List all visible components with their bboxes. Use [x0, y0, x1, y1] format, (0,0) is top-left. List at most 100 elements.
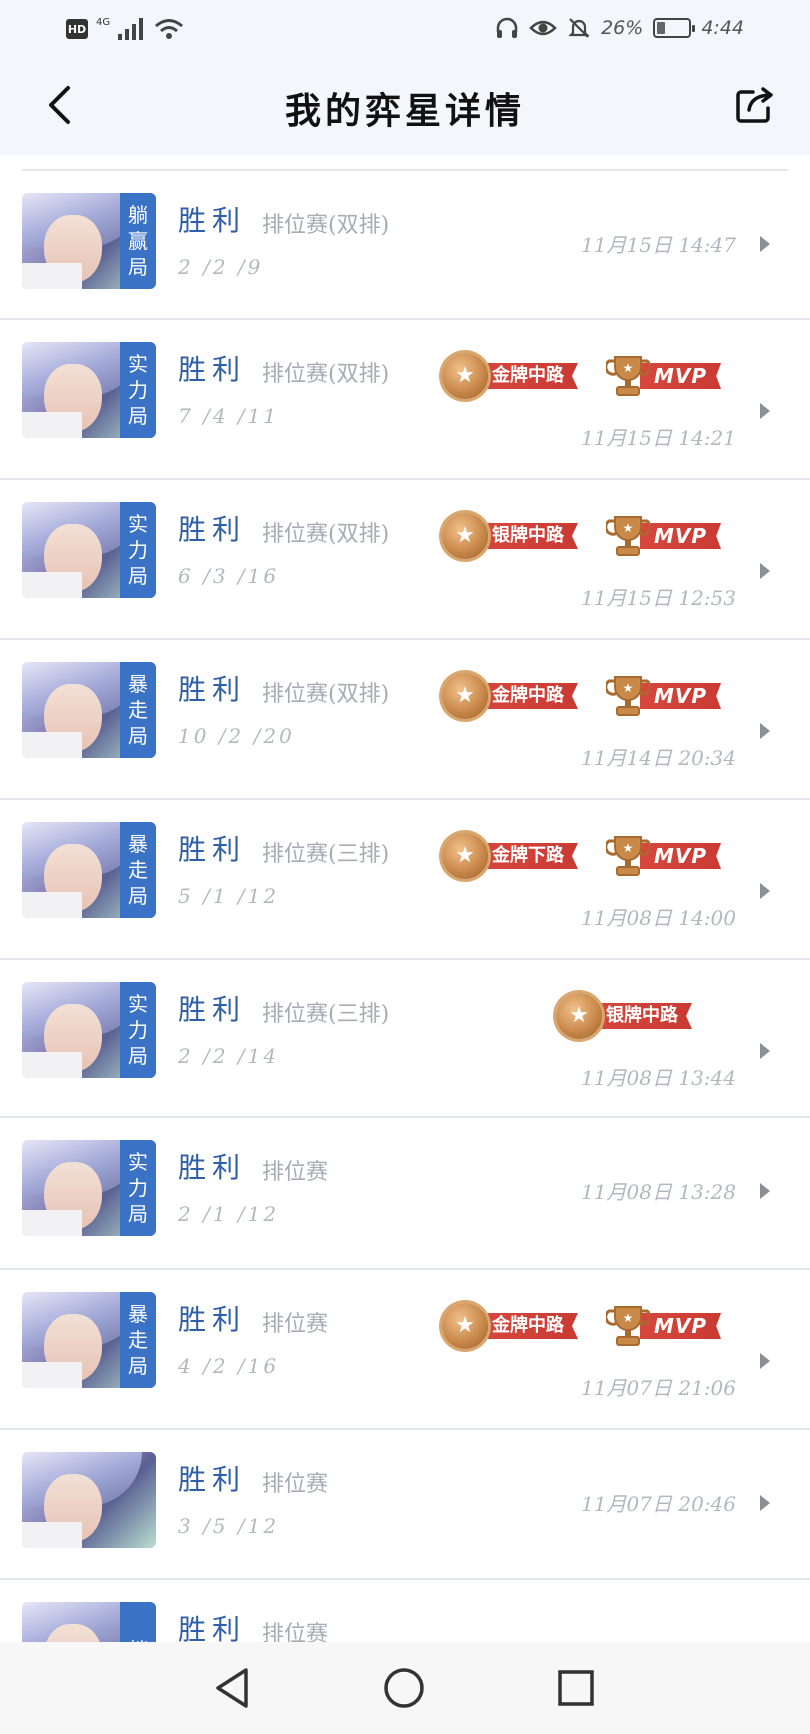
mode-tag-char: 局 [128, 724, 148, 748]
match-kda: 7 /4 /11 [178, 404, 280, 428]
status-bar: HD 4G 26% 4:44 [0, 0, 810, 62]
hero-avatar: 实力局 [22, 342, 156, 438]
hero-avatar: 实力局 [22, 502, 156, 598]
mode-tag: 躺赢局 [120, 193, 156, 289]
badge-label: MVP [640, 683, 722, 709]
row-chevron-icon [754, 400, 776, 422]
cup-wrap: ★ [604, 1303, 652, 1349]
triangle-back-icon [216, 1668, 248, 1708]
mode-tag-char: 局 [128, 1354, 148, 1378]
match-row[interactable]: 躺胜利排位赛 [0, 1580, 810, 1642]
avatar-collar [22, 572, 82, 598]
match-kda: 2 /1 /12 [178, 1202, 280, 1226]
match-type: 排位赛(三排) [262, 842, 390, 867]
mode-tag-char: 力 [128, 1018, 148, 1042]
medal-icon: ★ [442, 513, 488, 559]
match-result: 胜利 [178, 1613, 247, 1642]
row-chevron-icon [754, 880, 776, 902]
trophy-icon: ★ [604, 1306, 652, 1346]
row-chevron-icon [754, 1040, 776, 1062]
badge-label: MVP [640, 843, 722, 869]
medal-icon: ★ [442, 673, 488, 719]
network-type: 4G [96, 16, 111, 28]
avatar-collar [22, 1522, 82, 1548]
mode-tag-char: 走 [128, 1328, 148, 1352]
hero-avatar: 暴走局 [22, 822, 156, 918]
status-right: 26% 4:44 [495, 16, 744, 40]
svg-text:★: ★ [623, 1311, 634, 1325]
mode-tag-char: 躺 [128, 203, 148, 227]
hero-avatar: 实力局 [22, 1140, 156, 1236]
mode-tag-char: 局 [128, 884, 148, 908]
match-time: 11月15日 14:47 [581, 233, 736, 257]
hero-avatar: 暴走局 [22, 1292, 156, 1388]
avatar-collar [22, 732, 82, 758]
match-row[interactable]: 实力局胜利 排位赛(三排) 2 /2 /14 ★ 银牌中路 11月08日 13:44 [0, 960, 810, 1118]
battery-percent: 26% [601, 17, 644, 39]
lane-medal-badge: ★ 金牌中路 [442, 1303, 578, 1349]
medal-icon: ★ [442, 353, 488, 399]
hero-avatar: 躺赢局 [22, 193, 156, 289]
nav-home-button[interactable] [380, 1664, 428, 1712]
mvp-badge: ★ MVP [604, 673, 722, 719]
svg-text:★: ★ [623, 521, 634, 535]
mode-tag-char: 局 [128, 404, 148, 428]
match-rows: 躺赢局胜利 排位赛(双排) 2 /2 /9 11月15日 14:47 实力局胜利 排位赛(… [0, 171, 810, 1642]
trophy-icon: ★ [604, 836, 652, 876]
match-row[interactable]: 躺赢局胜利 排位赛(双排) 2 /2 /9 11月15日 14:47 [0, 171, 810, 320]
mode-tag-char: 力 [128, 1176, 148, 1200]
star-icon: ★ [455, 363, 475, 388]
match-result: 胜利 [178, 1463, 247, 1496]
badge-label: 银牌中路 [592, 1003, 692, 1029]
avatar-collar [22, 892, 82, 918]
cup-wrap: ★ [604, 673, 652, 719]
match-kda: 2 /2 /9 [178, 255, 264, 279]
wifi-icon [155, 19, 184, 39]
match-type: 排位赛(双排) [262, 682, 390, 707]
match-result: 胜利 [178, 993, 247, 1026]
match-kda: 4 /2 /16 [178, 1354, 280, 1378]
star-icon: ★ [455, 523, 475, 548]
svg-text:★: ★ [623, 681, 634, 695]
mode-tag-char: 力 [128, 378, 148, 402]
match-row[interactable]: 实力局胜利 排位赛(双排) 6 /3 /16 ★ 银牌中路 ★ MVP 11月15日 12:5… [0, 480, 810, 640]
row-chevron-icon [754, 560, 776, 582]
match-row[interactable]: 实力局胜利 排位赛 2 /1 /12 11月08日 13:28 [0, 1118, 810, 1270]
cup-wrap: ★ [604, 513, 652, 559]
nav-back-button[interactable] [208, 1664, 256, 1712]
nav-recents-button[interactable] [552, 1664, 600, 1712]
match-row[interactable]: 胜利 排位赛 3 /5 /12 11月07日 20:46 [0, 1430, 810, 1580]
match-row[interactable]: 暴走局胜利 排位赛 4 /2 /16 ★ 金牌中路 ★ MVP 11月07日 21:06 [0, 1270, 810, 1430]
mode-tag-char: 局 [128, 255, 148, 279]
match-type: 排位赛 [262, 1622, 329, 1642]
match-result: 胜利 [178, 353, 247, 386]
mode-tag-char: 局 [128, 564, 148, 588]
bell-muted-icon [568, 18, 590, 38]
row-chevron-icon [754, 233, 776, 255]
star-icon: ★ [455, 683, 475, 708]
match-type: 排位赛(三排) [262, 1002, 390, 1027]
headphones-icon [496, 17, 518, 38]
match-result: 胜利 [178, 1151, 247, 1184]
match-time: 11月07日 20:46 [581, 1492, 736, 1516]
svg-text:★: ★ [623, 841, 634, 855]
mode-tag-char: 实 [128, 512, 148, 536]
match-result: 胜利 [178, 833, 247, 866]
badge-label: 金牌中路 [478, 363, 578, 389]
mvp-badge: ★ MVP [604, 834, 722, 878]
battery-level [657, 22, 666, 34]
cup-wrap: ★ [604, 353, 652, 399]
match-type: 排位赛 [262, 1472, 329, 1497]
match-row[interactable]: 暴走局胜利 排位赛(三排) 5 /1 /12 ★ 金牌下路 ★ MVP 11月08日 14:0… [0, 800, 810, 960]
match-row[interactable]: 暴走局胜利 排位赛(双排) 10 /2 /20 ★ 金牌中路 ★ MVP 11月14日 20:… [0, 640, 810, 800]
mode-tag: 暴走局 [120, 822, 156, 918]
match-kda: 10 /2 /20 [178, 724, 295, 748]
row-chevron-icon [754, 1180, 776, 1202]
avatar-collar [22, 263, 82, 289]
status-left: HD 4G [66, 16, 184, 40]
share-button[interactable] [732, 82, 778, 128]
match-row[interactable]: 实力局胜利 排位赛(双排) 7 /4 /11 ★ 金牌中路 ★ MVP 11月15日 14:2… [0, 320, 810, 480]
trophy-icon: ★ [604, 356, 652, 396]
hero-avatar: 躺 [22, 1602, 156, 1642]
badge-label: 金牌中路 [478, 683, 578, 709]
